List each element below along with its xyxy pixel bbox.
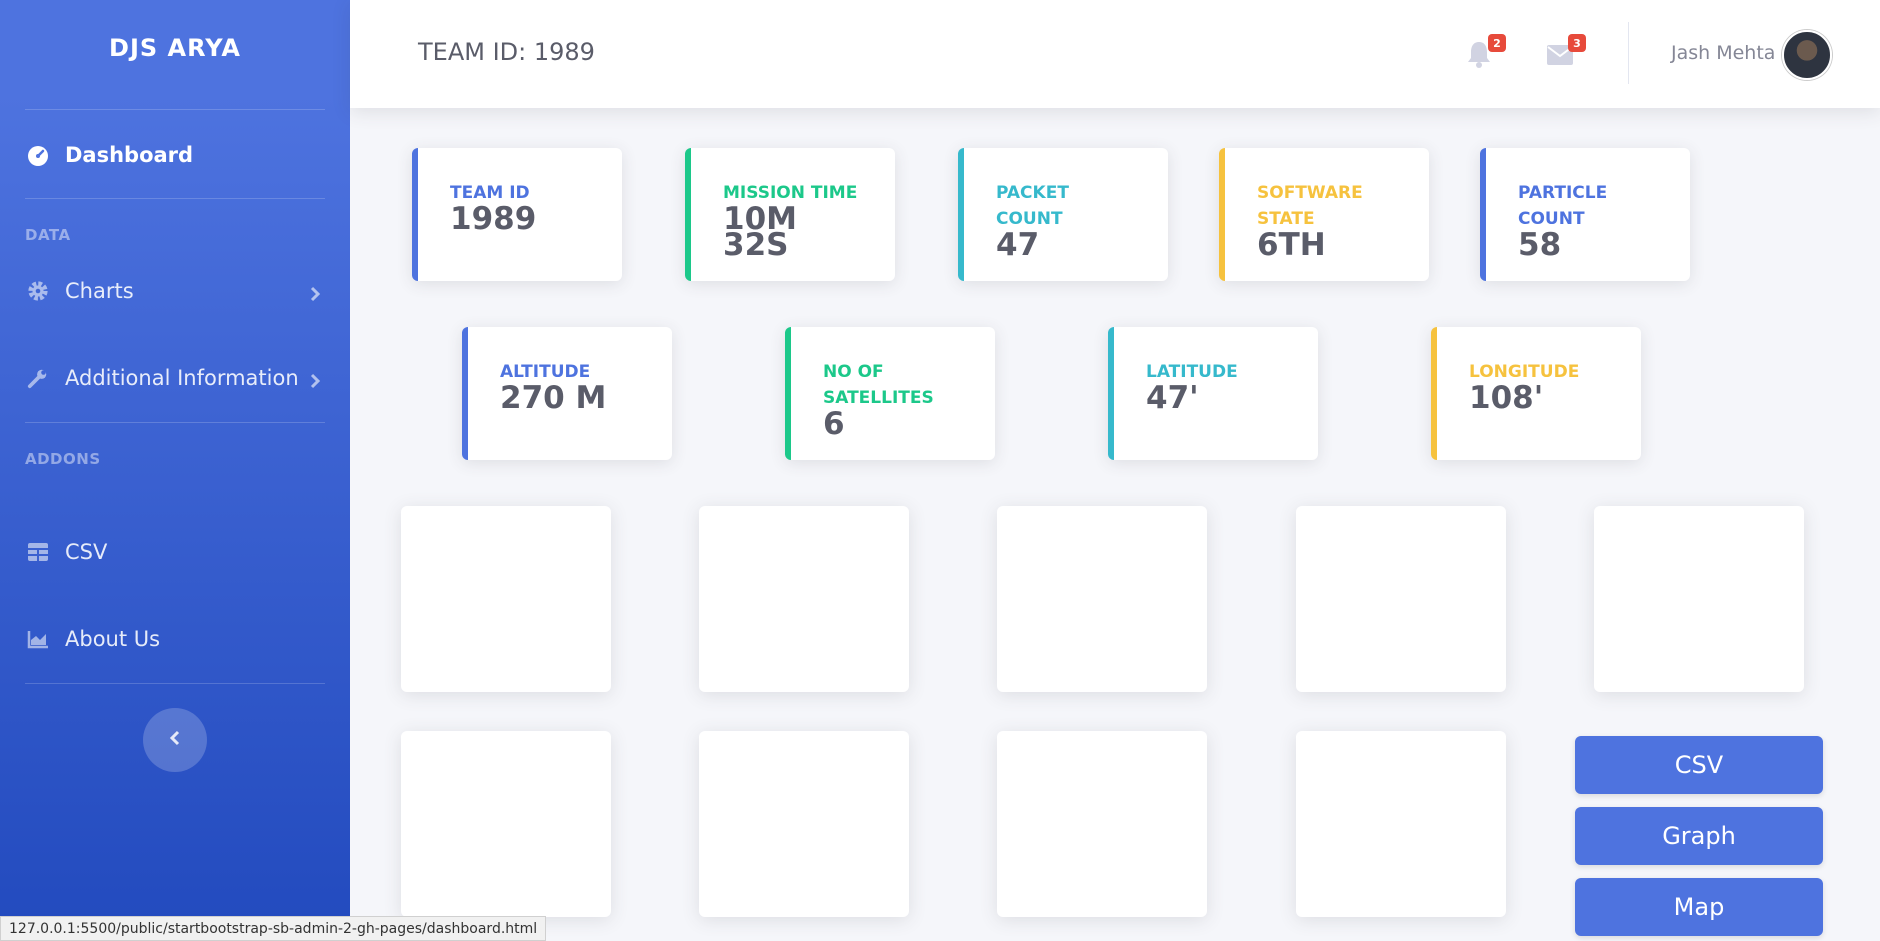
empty-panel <box>699 731 909 917</box>
stat-label: LONGITUDE <box>1469 362 1580 382</box>
sidebar-item-label: Additional Information <box>65 366 299 390</box>
tachometer-icon <box>25 142 51 168</box>
map-button[interactable]: Map <box>1575 878 1823 936</box>
sidebar-item-additional-information[interactable]: Additional Information <box>25 358 325 398</box>
empty-panel <box>997 506 1207 692</box>
messages-button[interactable]: 3 <box>1546 34 1586 70</box>
stat-label: TEAM ID <box>450 183 530 203</box>
stat-card-mission-time: MISSION TIME 10m 32s <box>685 148 895 281</box>
stat-card-altitude: ALTITUDE 270 m <box>462 327 672 460</box>
brand-title[interactable]: DJS ARYA <box>0 34 350 62</box>
empty-panel <box>1594 506 1804 692</box>
alerts-count-badge: 2 <box>1488 34 1506 52</box>
sidebar-item-dashboard[interactable]: Dashboard <box>25 135 325 175</box>
sidebar-toggle-button[interactable] <box>143 708 207 772</box>
stat-card-latitude: LATITUDE 47' <box>1108 327 1318 460</box>
stat-value: 1989 <box>450 201 537 237</box>
alerts-button[interactable]: 2 <box>1466 34 1506 72</box>
sidebar: DJS ARYA Dashboard DATA Charts Additiona… <box>0 0 350 941</box>
stat-card-software-state: SOFTWARE STATE 6th <box>1219 148 1429 281</box>
stat-label: SOFTWARE STATE <box>1257 183 1363 229</box>
stat-value: 108' <box>1469 380 1544 416</box>
envelope-icon <box>1546 45 1574 70</box>
sidebar-item-label: Dashboard <box>65 143 194 167</box>
sidebar-heading-addons: ADDONS <box>25 450 101 468</box>
stat-card-packet-count: PACKET COUNT 47 <box>958 148 1168 281</box>
stat-value: 47' <box>1146 380 1199 416</box>
sidebar-divider <box>25 198 325 199</box>
empty-panel <box>1296 506 1506 692</box>
avatar[interactable] <box>1782 30 1832 80</box>
empty-panel <box>1296 731 1506 917</box>
sidebar-item-about-us[interactable]: About Us <box>25 619 325 659</box>
empty-panel <box>401 506 611 692</box>
sidebar-divider <box>25 109 325 110</box>
table-icon <box>25 539 51 565</box>
stat-label: NO OF SATELLITES <box>823 362 934 408</box>
stat-value: 6 <box>823 406 845 442</box>
sidebar-heading-data: DATA <box>25 226 71 244</box>
sidebar-item-csv[interactable]: CSV <box>25 532 325 572</box>
chevron-right-icon <box>309 283 321 307</box>
stat-card-particle-count: PARTICLE COUNT 58 <box>1480 148 1690 281</box>
stat-value: 270 m <box>500 380 607 416</box>
stat-card-longitude: LONGITUDE 108' <box>1431 327 1641 460</box>
topbar: TEAM ID: 1989 2 3 Jash Mehta <box>350 0 1880 108</box>
bell-icon <box>1466 42 1492 72</box>
stat-label: PARTICLE COUNT <box>1518 183 1608 229</box>
messages-count-badge: 3 <box>1568 34 1586 52</box>
sidebar-divider <box>25 683 325 684</box>
stat-card-no-of-satellites: NO OF SATELLITES 6 <box>785 327 995 460</box>
topbar-divider <box>1628 22 1629 84</box>
sidebar-item-label: CSV <box>65 540 108 564</box>
sidebar-item-label: Charts <box>65 279 134 303</box>
stat-value: 10m 32s <box>723 201 797 263</box>
csv-button[interactable]: CSV <box>1575 736 1823 794</box>
stat-label: LATITUDE <box>1146 362 1238 382</box>
empty-panel <box>997 731 1207 917</box>
sidebar-item-label: About Us <box>65 627 161 651</box>
stat-value: 47 <box>996 227 1040 263</box>
sidebar-divider <box>25 422 325 423</box>
stat-value: 6th <box>1257 227 1326 263</box>
user-name[interactable]: Jash Mehta <box>1671 42 1775 64</box>
graph-button[interactable]: Graph <box>1575 807 1823 865</box>
stat-label: ALTITUDE <box>500 362 591 382</box>
chevron-right-icon <box>309 370 321 394</box>
empty-panel <box>699 506 909 692</box>
stat-value: 58 <box>1518 227 1562 263</box>
chart-area-icon <box>25 626 51 652</box>
stat-card-team-id: TEAM ID 1989 <box>412 148 622 281</box>
empty-panel <box>401 731 611 917</box>
page-title: TEAM ID: 1989 <box>418 38 595 66</box>
gear-icon <box>25 278 51 304</box>
chevron-left-icon <box>168 729 182 751</box>
wrench-icon <box>25 365 51 391</box>
stat-label: MISSION TIME <box>723 183 858 203</box>
sidebar-item-charts[interactable]: Charts <box>25 271 325 311</box>
browser-status-url: 127.0.0.1:5500/public/startbootstrap-sb-… <box>0 916 547 941</box>
stat-label: PACKET COUNT <box>996 183 1069 229</box>
